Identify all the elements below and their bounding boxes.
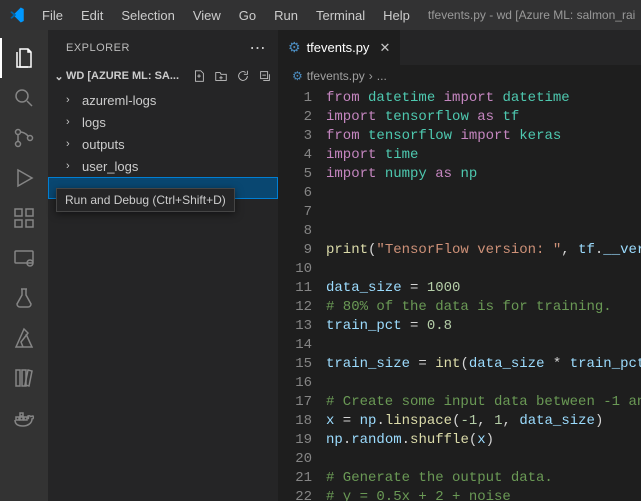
activity-remote-icon[interactable] (0, 238, 48, 278)
explorer-more-icon[interactable]: ⋯ (250, 38, 267, 58)
refresh-icon[interactable] (234, 69, 252, 83)
folder-azureml-logs[interactable]: › azureml-logs (48, 89, 278, 111)
menu-view[interactable]: View (185, 4, 229, 27)
menu-help[interactable]: Help (375, 4, 418, 27)
activity-extensions-icon[interactable] (0, 198, 48, 238)
breadcrumb-file: tfevents.py (307, 69, 365, 83)
run-debug-tooltip: Run and Debug (Ctrl+Shift+D) (56, 188, 235, 212)
chevron-down-icon: ⌄ (52, 70, 66, 83)
window-title: tfevents.py - wd [Azure ML: salmon_raisi… (418, 8, 635, 22)
activity-azure-icon[interactable] (0, 318, 48, 358)
breadcrumb-separator-icon: › (369, 69, 373, 83)
line-number-gutter: 12345678910111213141516171819202122 (278, 87, 326, 501)
tree-item-label: logs (82, 115, 106, 130)
explorer-title: EXPLORER (66, 42, 130, 54)
editor-area: ⚙ tfevents.py ✕ ⚙ tfevents.py › ... 1234… (278, 30, 641, 501)
menu-selection[interactable]: Selection (113, 4, 182, 27)
menu-edit[interactable]: Edit (73, 4, 111, 27)
tree-item-label: outputs (82, 137, 125, 152)
menu-file[interactable]: File (34, 4, 71, 27)
explorer-section-header[interactable]: ⌄ WD [AZURE ML: SA... (48, 65, 278, 87)
activity-docker-icon[interactable] (0, 398, 48, 438)
editor-tab-tfevents[interactable]: ⚙ tfevents.py ✕ (278, 30, 401, 65)
activity-source-control-icon[interactable] (0, 118, 48, 158)
chevron-right-icon: › (66, 116, 78, 128)
tree-item-label: azureml-logs (82, 93, 156, 108)
close-tab-icon[interactable]: ✕ (379, 40, 390, 56)
breadcrumb-rest: ... (377, 69, 387, 83)
folder-user-logs[interactable]: › user_logs (48, 155, 278, 177)
activity-bar (0, 30, 48, 501)
explorer-section-label: WD [AZURE ML: SA... (66, 70, 190, 82)
editor-tab-bar: ⚙ tfevents.py ✕ (278, 30, 641, 65)
menu-run[interactable]: Run (266, 4, 306, 27)
collapse-all-icon[interactable] (256, 69, 274, 83)
activity-run-debug-icon[interactable] (0, 158, 48, 198)
explorer-sidebar: EXPLORER ⋯ ⌄ WD [AZURE ML: SA... › azurem… (48, 30, 278, 501)
activity-search-icon[interactable] (0, 78, 48, 118)
tab-label: tfevents.py (307, 40, 370, 55)
menu-bar: File Edit Selection View Go Run Terminal… (34, 4, 418, 27)
breadcrumb[interactable]: ⚙ tfevents.py › ... (278, 65, 641, 87)
menu-terminal[interactable]: Terminal (308, 4, 373, 27)
vscode-logo-icon (8, 6, 26, 24)
chevron-right-icon: › (66, 138, 78, 150)
new-folder-icon[interactable] (212, 69, 230, 83)
code-editor[interactable]: 12345678910111213141516171819202122 from… (278, 87, 641, 501)
folder-outputs[interactable]: › outputs (48, 133, 278, 155)
activity-library-icon[interactable] (0, 358, 48, 398)
tree-item-label: user_logs (82, 159, 138, 174)
activity-test-icon[interactable] (0, 278, 48, 318)
file-tree: › azureml-logs › logs › outputs › user_logs (48, 87, 278, 201)
activity-explorer-icon[interactable] (0, 38, 48, 78)
python-file-icon: ⚙ (292, 69, 303, 83)
chevron-right-icon: › (66, 160, 78, 172)
menu-go[interactable]: Go (231, 4, 264, 27)
new-file-icon[interactable] (190, 69, 208, 83)
python-file-icon: ⚙ (288, 39, 301, 56)
title-bar: File Edit Selection View Go Run Terminal… (0, 0, 641, 30)
folder-logs[interactable]: › logs (48, 111, 278, 133)
chevron-right-icon: › (66, 94, 78, 106)
code-content[interactable]: from datetime import datetimeimport tens… (326, 87, 641, 501)
